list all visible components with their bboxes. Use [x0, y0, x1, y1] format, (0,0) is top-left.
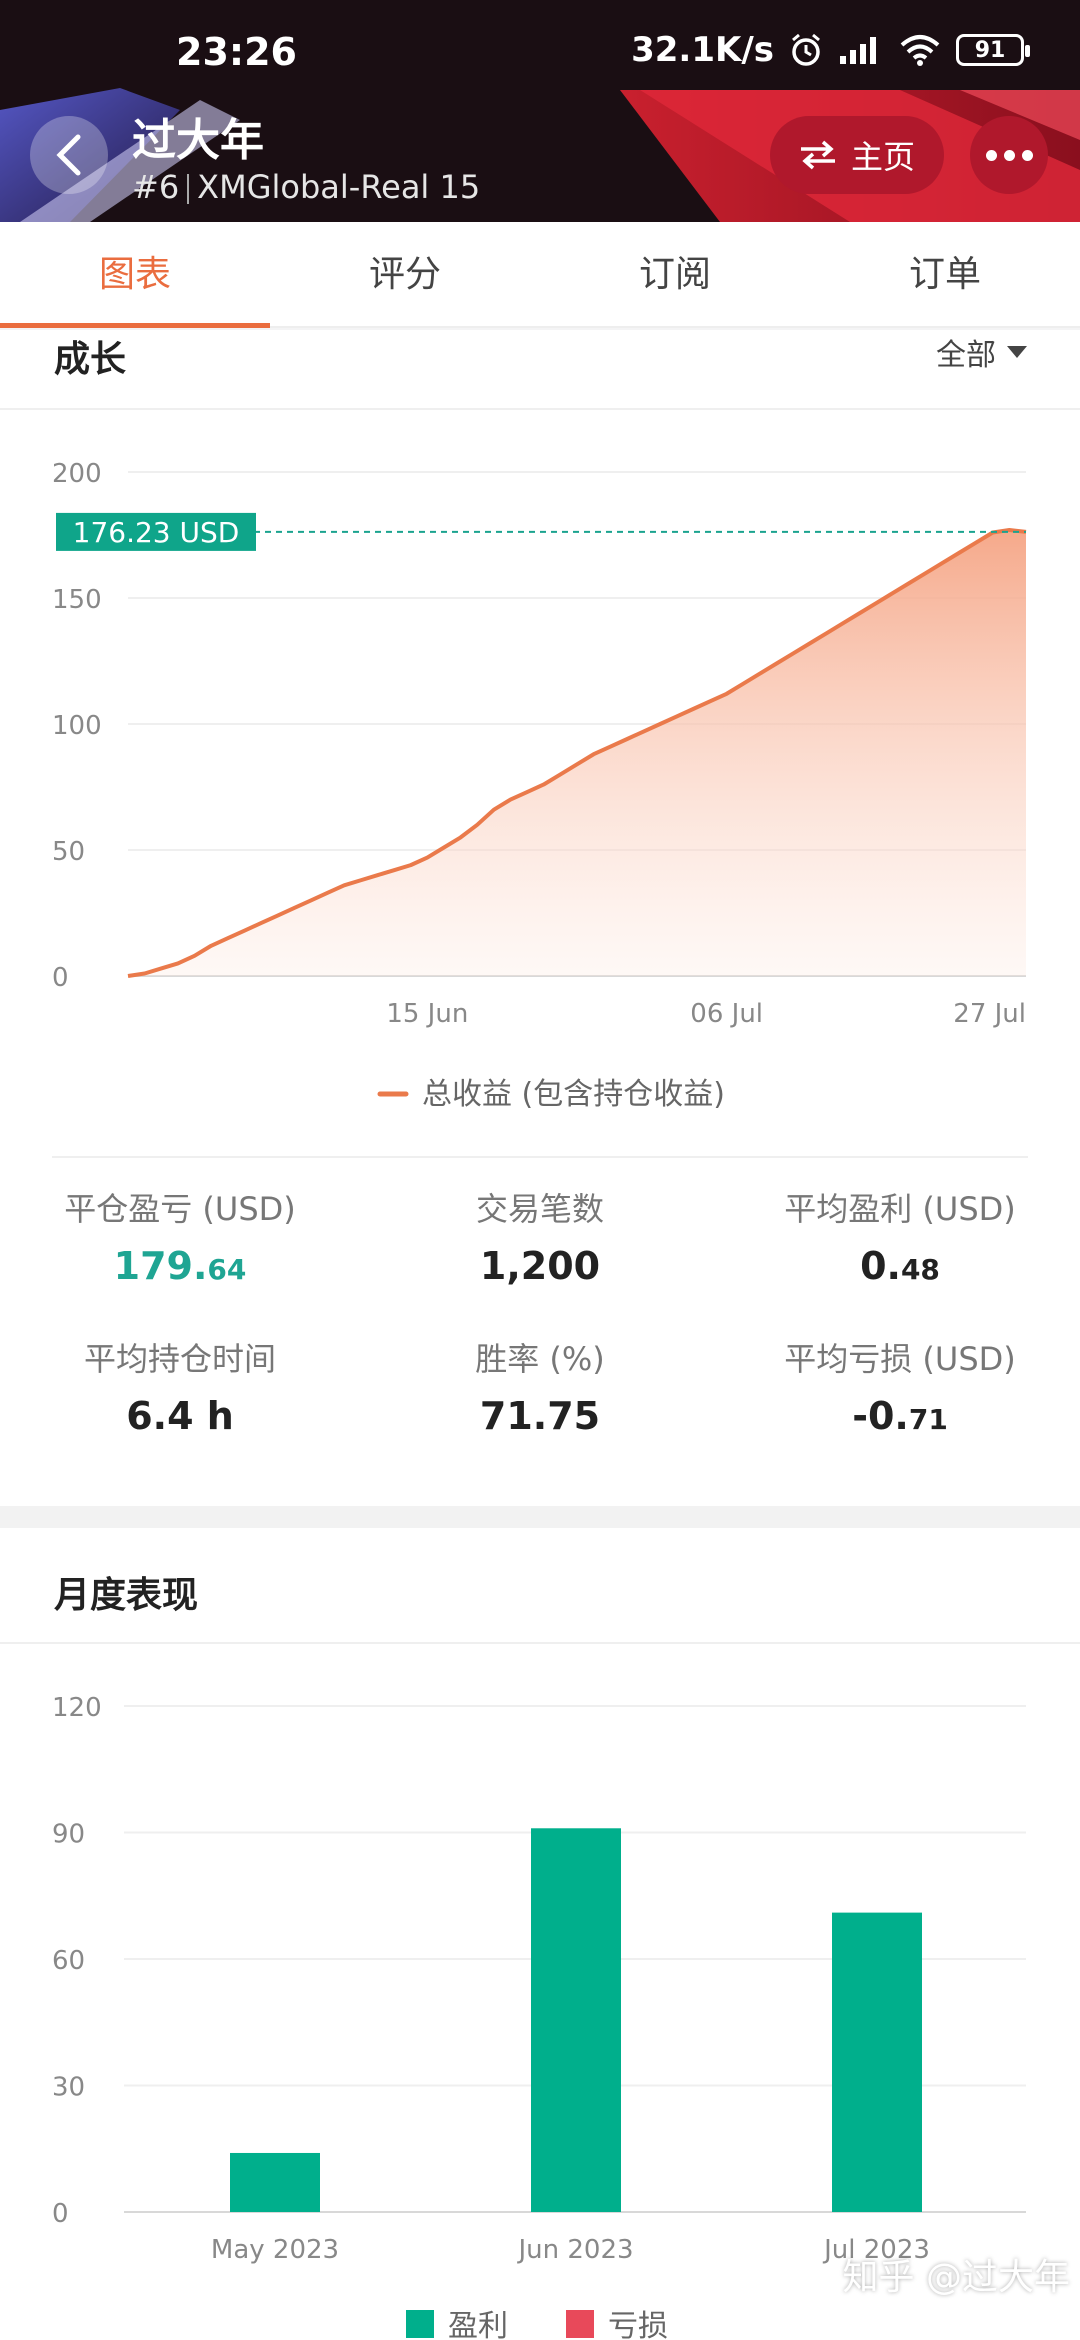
divider: [52, 1156, 1028, 1158]
network-speed: 32.1K/s: [631, 30, 774, 70]
page-title: 过大年: [132, 115, 264, 166]
monthly-card: 月度表现 0 30 60 90 120 May 2023 Jun 2023 Jul 2023 盈…: [0, 1528, 1080, 2340]
x-tick-label: 06 Jul: [690, 999, 763, 1029]
stat-closed-pnl: 平仓盈亏 (USD) 179.64: [0, 1184, 360, 1288]
dot: [1021, 149, 1033, 161]
bar-profit: [531, 1828, 621, 2212]
stat-label: 平均亏损 (USD): [784, 1340, 1016, 1378]
home-button-label: 主页: [850, 138, 915, 176]
current-value-label: 176.23 USD: [73, 516, 240, 549]
wifi-icon: [900, 35, 940, 66]
x-tick-label: 15 Jun: [386, 999, 468, 1029]
rank-label: #6: [132, 168, 180, 206]
y-tick-label: 120: [52, 1693, 102, 1723]
watermark: 知乎 @过大年: [842, 2257, 1070, 2298]
chevron-left-icon: [56, 134, 81, 176]
y-tick-label: 100: [52, 711, 102, 741]
monthly-chart: 0306090120May 2023 Jun 2023 Jul 2023盈利 亏损: [52, 1693, 1026, 2340]
stat-label: 交易笔数: [475, 1190, 604, 1228]
swap-icon: [800, 140, 835, 170]
stat-value: -0.71: [852, 1394, 948, 1438]
more-button[interactable]: [970, 116, 1048, 194]
growth-card: 成长 全部 0 50 100 150 200 176.23 USD 15 Jun 06 Jul…: [0, 330, 1080, 1506]
stat-label: 胜率 (%): [475, 1340, 605, 1378]
y-tick-label: 60: [52, 1946, 85, 1976]
signal-icon: [840, 37, 876, 64]
bar-profit: [832, 1912, 922, 2212]
stat-label: 平均持仓时间: [83, 1340, 276, 1378]
legend-label-profit: 盈利: [448, 2309, 508, 2340]
battery-indicator: 91: [956, 34, 1030, 66]
alarm-icon: [792, 33, 820, 66]
divider: [187, 174, 190, 204]
stat-win-rate: 胜率 (%) 71.75: [360, 1334, 720, 1438]
dot: [1003, 149, 1015, 161]
tab-bar: 图表 评分 订阅 订单: [0, 222, 1080, 328]
stat-avg-loss: 平均亏损 (USD) -0.71: [720, 1334, 1080, 1438]
app-header: 23:26 32.1K/s 91 过大年 #6 XMGlobal-Real 15…: [0, 0, 1080, 222]
stat-value: 0.48: [860, 1244, 940, 1288]
tab-orders[interactable]: 订单: [810, 222, 1080, 326]
growth-area: [128, 529, 1026, 976]
y-tick-label: 150: [52, 585, 102, 615]
stat-label: 平均盈利 (USD): [784, 1190, 1016, 1228]
stat-value: 1,200: [479, 1244, 601, 1288]
x-tick-label: Jun 2023: [516, 2235, 633, 2265]
y-tick-label: 0: [52, 963, 69, 993]
y-tick-label: 0: [52, 2199, 69, 2229]
growth-chart: 0 50 100 150 200 176.23 USD 15 Jun 06 Jul 27 Jul…: [52, 459, 1027, 1112]
section-gap: [0, 1506, 1080, 1528]
legend-swatch-loss: [566, 2310, 594, 2338]
stat-value: 179.64: [113, 1244, 247, 1288]
status-time: 23:26: [176, 30, 297, 74]
home-button[interactable]: 主页: [770, 116, 944, 194]
tab-subscribe[interactable]: 订阅: [540, 222, 810, 326]
y-tick-label: 200: [52, 459, 102, 489]
status-bar: 23:26 32.1K/s 91: [0, 0, 1080, 90]
tab-score[interactable]: 评分: [270, 222, 540, 326]
stat-label: 平仓盈亏 (USD): [64, 1190, 296, 1228]
stat-avg-profit: 平均盈利 (USD) 0.48: [720, 1184, 1080, 1288]
status-icons: 32.1K/s 91: [631, 30, 1030, 70]
legend-swatch-profit: [406, 2310, 434, 2338]
y-tick-label: 50: [52, 837, 85, 867]
y-tick-label: 90: [52, 1820, 85, 1850]
bar-profit: [230, 2152, 320, 2212]
stat-value: 71.75: [479, 1394, 601, 1438]
x-tick-label: May 2023: [211, 2235, 339, 2265]
x-tick-label: 27 Jul: [953, 999, 1026, 1029]
back-button[interactable]: [30, 116, 108, 194]
legend-label: 总收益 (包含持仓收益): [422, 1077, 725, 1112]
legend-label-loss: 亏损: [608, 2309, 668, 2340]
stat-value: 6.4 h: [126, 1394, 234, 1438]
account-name: XMGlobal-Real 15: [197, 168, 481, 206]
account-subtitle: #6 XMGlobal-Real 15: [132, 168, 480, 206]
stat-trade-count: 交易笔数 1,200: [360, 1184, 720, 1288]
dot: [985, 149, 997, 161]
stat-avg-hold-time: 平均持仓时间 6.4 h: [0, 1334, 360, 1438]
y-tick-label: 30: [52, 2073, 85, 2103]
tab-chart[interactable]: 图表: [0, 222, 270, 328]
